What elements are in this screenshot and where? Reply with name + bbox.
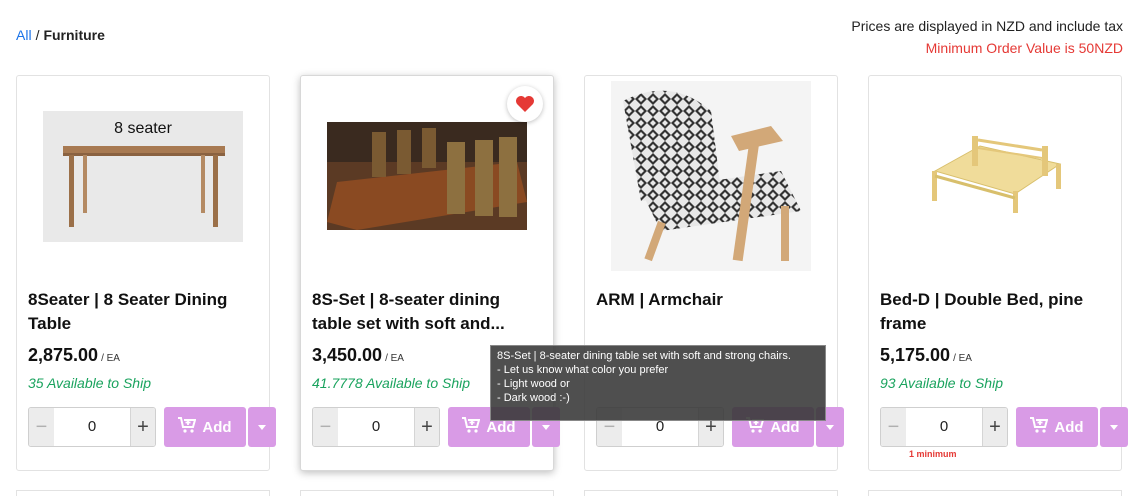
add-options-dropdown[interactable] bbox=[1100, 407, 1128, 447]
quantity-input[interactable]: 0 bbox=[338, 408, 414, 446]
decrement-button[interactable]: − bbox=[313, 408, 338, 446]
price-unit: / EA bbox=[101, 353, 120, 364]
breadcrumb-separator: / bbox=[35, 27, 40, 43]
availability-text: 41.7778 Available to Ship bbox=[312, 375, 471, 391]
product-title[interactable]: 8Seater | 8 Seater Dining Table bbox=[28, 288, 260, 336]
product-title[interactable]: 8S-Set | 8-seater dining table set with … bbox=[312, 288, 544, 336]
increment-button[interactable]: + bbox=[130, 408, 155, 446]
increment-button[interactable]: + bbox=[414, 408, 439, 446]
product-image[interactable] bbox=[585, 76, 837, 276]
product-card-partial bbox=[868, 490, 1122, 496]
quantity-input[interactable]: 0 bbox=[906, 408, 982, 446]
chevron-down-icon bbox=[542, 424, 550, 430]
price-value: 2,875.00 bbox=[28, 345, 99, 365]
breadcrumb: All / Furniture bbox=[16, 27, 105, 43]
add-to-cart-button[interactable]: Add bbox=[1016, 407, 1098, 447]
price-unit: / EA bbox=[953, 353, 972, 364]
quantity-stepper: − 0 + bbox=[312, 407, 440, 447]
favorite-heart-button[interactable] bbox=[507, 86, 543, 122]
price-value: 5,175.00 bbox=[880, 345, 951, 365]
product-card[interactable]: 8 seater 8Seater | 8 Seater Dining Table… bbox=[16, 75, 276, 471]
quantity-stepper: − 0 + bbox=[880, 407, 1008, 447]
product-card-partial bbox=[584, 490, 838, 496]
pricing-notice: Prices are displayed in NZD and include … bbox=[851, 15, 1123, 59]
product-card-partial bbox=[300, 490, 554, 496]
heart-icon bbox=[516, 96, 534, 112]
add-to-cart-button[interactable]: Add bbox=[164, 407, 246, 447]
price-unit: / EA bbox=[385, 353, 404, 364]
minimum-order-notice: Minimum Order Value is 50NZD bbox=[925, 40, 1123, 56]
product-title[interactable]: ARM | Armchair bbox=[596, 288, 828, 312]
cart-plus-icon bbox=[178, 417, 197, 437]
add-options-dropdown[interactable] bbox=[248, 407, 276, 447]
chevron-down-icon bbox=[258, 424, 266, 430]
product-image[interactable]: 8 seater bbox=[17, 76, 269, 276]
product-title[interactable]: Bed-D | Double Bed, pine frame bbox=[880, 288, 1112, 336]
chevron-down-icon bbox=[826, 424, 834, 430]
product-tooltip: 8S-Set | 8-seater dining table set with … bbox=[490, 345, 826, 421]
add-button-label: Add bbox=[770, 418, 800, 436]
product-price: 3,450.00/ EA bbox=[312, 345, 404, 366]
cart-plus-icon bbox=[462, 417, 481, 437]
decrement-button[interactable]: − bbox=[29, 408, 54, 446]
tax-notice: Prices are displayed in NZD and include … bbox=[851, 18, 1123, 34]
image-caption: 8 seater bbox=[114, 120, 172, 137]
quantity-input[interactable]: 0 bbox=[54, 408, 130, 446]
price-value: 3,450.00 bbox=[312, 345, 383, 365]
product-price: 5,175.00/ EA bbox=[880, 345, 972, 366]
increment-button[interactable]: + bbox=[982, 408, 1007, 446]
product-image[interactable] bbox=[869, 76, 1121, 276]
breadcrumb-all-link[interactable]: All bbox=[16, 27, 32, 43]
breadcrumb-current: Furniture bbox=[43, 27, 105, 43]
minimum-quantity-note: 1 minimum bbox=[909, 449, 957, 459]
quantity-stepper: − 0 + bbox=[28, 407, 156, 447]
availability-text: 35 Available to Ship bbox=[28, 375, 151, 391]
add-button-label: Add bbox=[486, 418, 516, 436]
decrement-button[interactable]: − bbox=[881, 408, 906, 446]
chevron-down-icon bbox=[1110, 424, 1118, 430]
cart-plus-icon bbox=[1030, 417, 1049, 437]
product-price: 2,875.00/ EA bbox=[28, 345, 120, 366]
product-card[interactable]: Bed-D | Double Bed, pine frame 5,175.00/… bbox=[868, 75, 1128, 471]
product-card-partial bbox=[16, 490, 270, 496]
add-button-label: Add bbox=[202, 418, 232, 436]
add-button-label: Add bbox=[1054, 418, 1084, 436]
availability-text: 93 Available to Ship bbox=[880, 375, 1003, 391]
